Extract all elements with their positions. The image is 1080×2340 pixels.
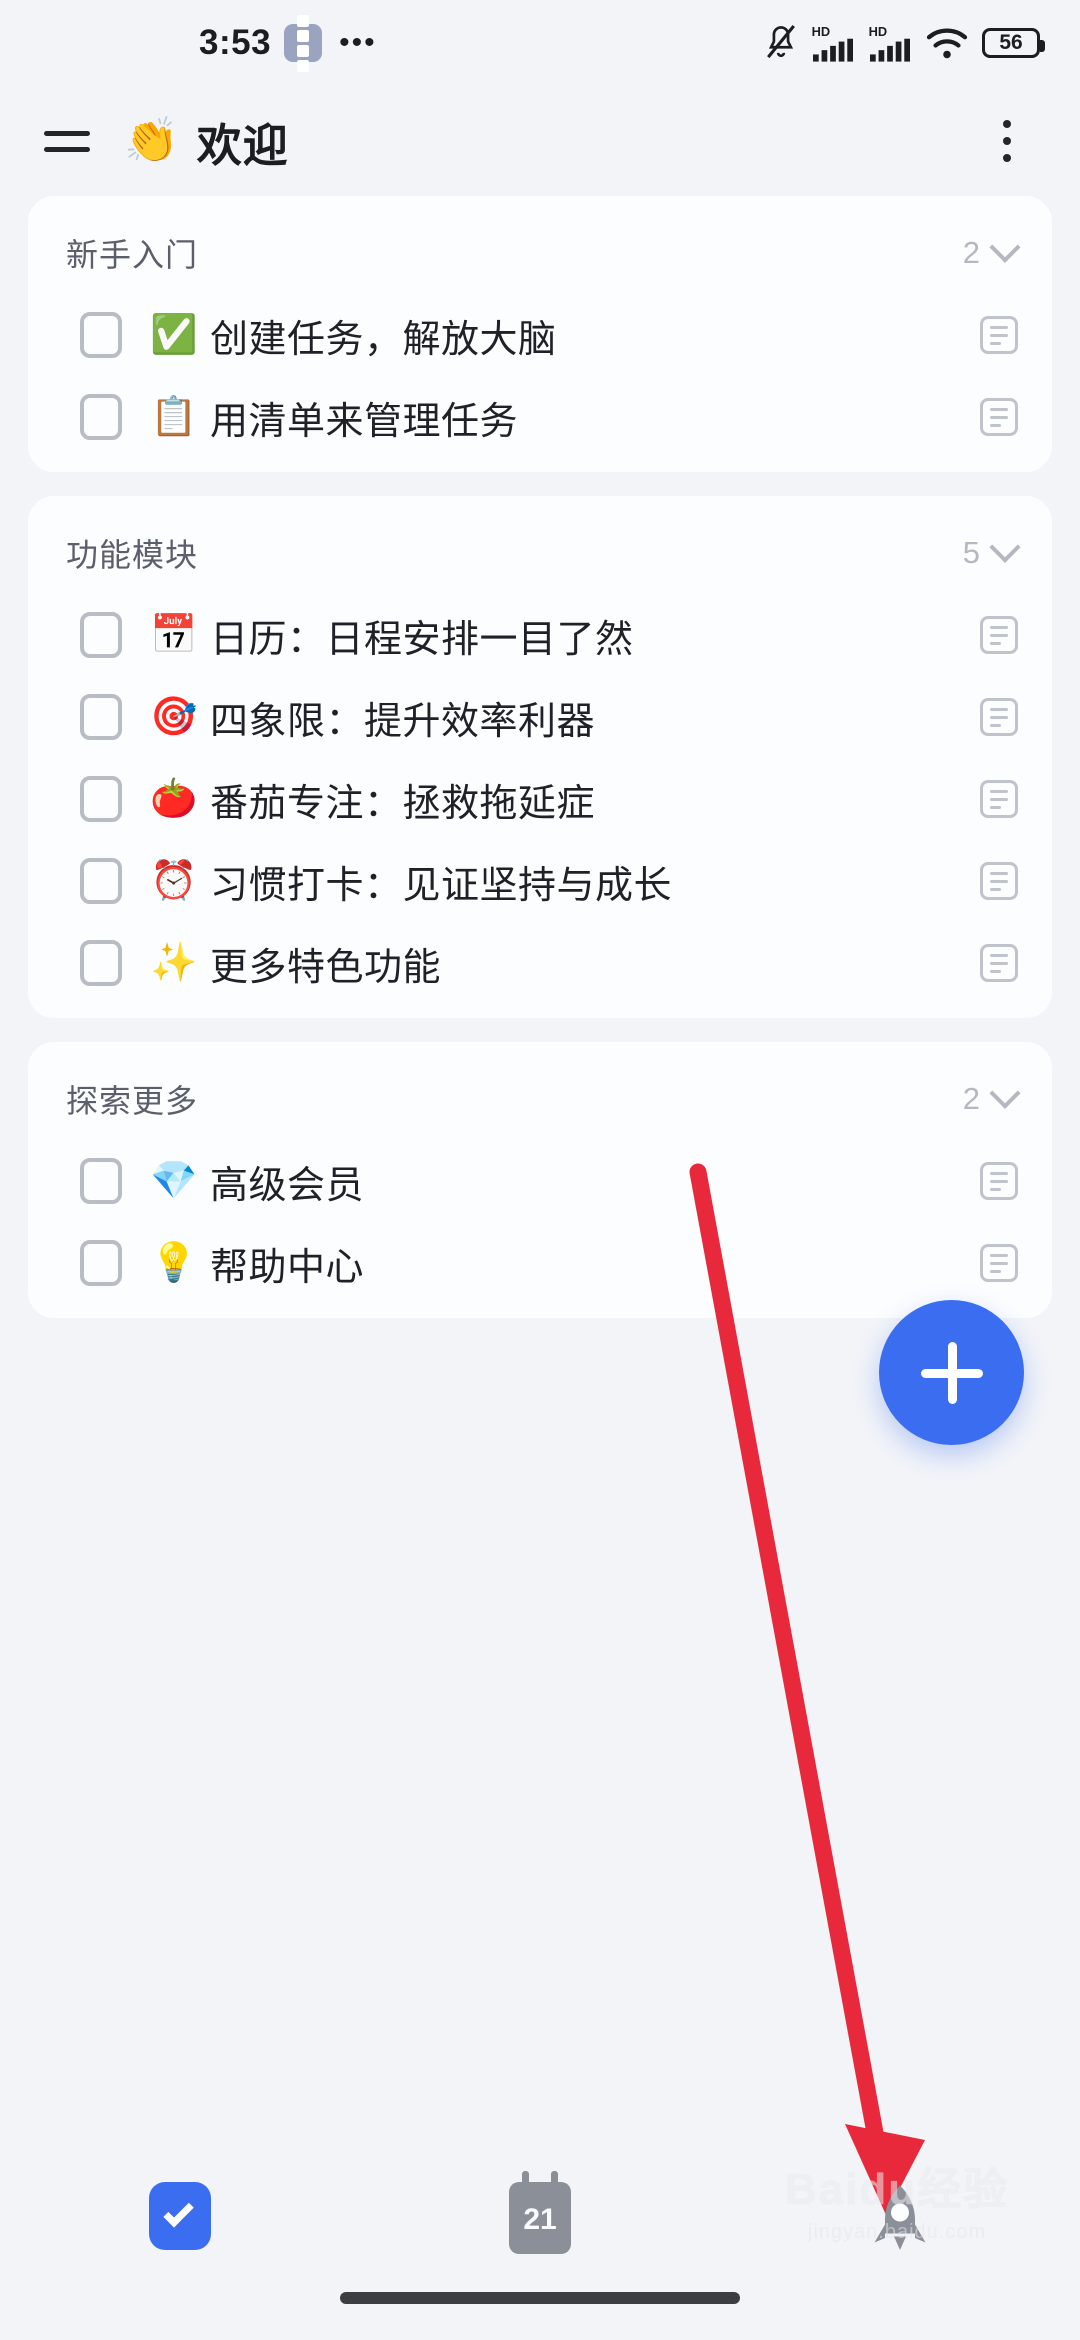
hd-signal-1-icon: HD (812, 24, 853, 62)
calendar-day-badge: 21 (523, 2203, 557, 2236)
svg-text:HD: HD (869, 24, 888, 39)
task-row[interactable]: 🎯 四象限：提升效率利器 (28, 676, 1052, 758)
section-count: 2 (962, 235, 980, 270)
wifi-icon (926, 28, 968, 59)
page-title: 👏 欢迎 (124, 109, 289, 174)
hamburger-menu-icon[interactable] (32, 106, 102, 176)
task-row[interactable]: 💎 高级会员 (28, 1140, 1052, 1222)
chevron-down-icon[interactable] (989, 231, 1021, 263)
task-label: 日历：日程安排一目了然 (210, 618, 634, 661)
section-header[interactable]: 功能模块 5 (28, 504, 1052, 594)
task-row[interactable]: 🍅 番茄专注：拯救拖延症 (28, 758, 1052, 840)
status-time: 3:53 (199, 23, 272, 62)
task-checkbox[interactable] (80, 394, 122, 440)
task-emoji-icon: 📋 (150, 396, 198, 438)
note-icon[interactable] (980, 780, 1018, 818)
note-icon[interactable] (980, 862, 1018, 900)
task-emoji-icon: ⏰ (150, 860, 198, 902)
task-row[interactable]: ✅ 创建任务，解放大脑 (28, 294, 1052, 376)
task-checkbox[interactable] (80, 940, 122, 986)
task-label: 四象限：提升效率利器 (210, 700, 596, 743)
task-label: 创建任务，解放大脑 (210, 318, 557, 361)
section-title: 新手入门 (66, 237, 199, 273)
section-meta: 5 (962, 531, 1021, 571)
task-row[interactable]: 💡 帮助中心 (28, 1222, 1052, 1304)
task-checkbox[interactable] (80, 312, 122, 358)
home-indicator[interactable] (340, 2292, 740, 2304)
task-checkbox[interactable] (80, 612, 122, 658)
task-emoji-icon: ✅ (150, 314, 198, 356)
task-checkbox[interactable] (80, 776, 122, 822)
hd-signal-2-icon: HD (869, 24, 910, 62)
task-label: 高级会员 (210, 1164, 365, 1207)
status-bar-right: HD HD 56 (764, 0, 1045, 86)
chevron-down-icon[interactable] (989, 1077, 1021, 1109)
section-card-features: 功能模块 5 📅 日历：日程安排一目了然 🎯 四象限：提升效率利器 🍅 番茄专注… (28, 496, 1052, 1018)
battery-level: 56 (999, 31, 1023, 54)
task-label: 帮助中心 (210, 1246, 365, 1289)
task-list-container: 新手入门 2 ✅ 创建任务，解放大脑 📋 用清单来管理任务 功能模块 5 📅 日… (0, 196, 1080, 1318)
task-emoji-icon: 💡 (150, 1242, 198, 1284)
task-row[interactable]: ⏰ 习惯打卡：见证坚持与成长 (28, 840, 1052, 922)
more-vertical-icon[interactable] (974, 108, 1040, 174)
plus-icon (920, 1341, 983, 1404)
note-icon[interactable] (980, 1162, 1018, 1200)
battery-icon: 56 (982, 28, 1045, 58)
section-title: 探索更多 (66, 1083, 199, 1119)
bottom-navigation: 21 (0, 2160, 1080, 2340)
task-label: 习惯打卡：见证坚持与成长 (210, 864, 673, 907)
task-label: 用清单来管理任务 (210, 400, 519, 443)
add-task-fab[interactable] (879, 1300, 1024, 1445)
note-icon[interactable] (980, 698, 1018, 736)
page-title-text: 欢迎 (196, 119, 289, 171)
section-count: 2 (962, 1081, 980, 1116)
section-title: 功能模块 (66, 537, 199, 573)
task-emoji-icon: 💎 (150, 1160, 198, 1202)
section-count: 5 (962, 535, 980, 570)
rocket-icon (874, 2185, 926, 2250)
task-emoji-icon: 🎯 (150, 696, 198, 738)
task-label: 更多特色功能 (210, 946, 442, 989)
task-label: 番茄专注：拯救拖延症 (210, 782, 596, 825)
task-row[interactable]: 📋 用清单来管理任务 (28, 376, 1052, 458)
note-icon[interactable] (980, 398, 1018, 436)
nav-item-calendar[interactable]: 21 (360, 2171, 720, 2254)
task-checkbox[interactable] (80, 1240, 122, 1286)
mute-bell-icon (767, 25, 795, 59)
task-checkbox[interactable] (80, 858, 122, 904)
note-icon[interactable] (980, 316, 1018, 354)
status-bar-left: 3:53 ••• (199, 14, 377, 72)
note-icon[interactable] (980, 944, 1018, 982)
app-bar: 👏 欢迎 (0, 86, 1080, 196)
section-card-explore-more: 探索更多 2 💎 高级会员 💡 帮助中心 (28, 1042, 1052, 1318)
section-header[interactable]: 探索更多 2 (28, 1050, 1052, 1140)
task-emoji-icon: 🍅 (150, 778, 198, 820)
app-grid-icon (284, 14, 323, 72)
nav-item-discover[interactable] (720, 2182, 1080, 2258)
task-checkbox[interactable] (80, 694, 122, 740)
nav-item-tasks[interactable] (0, 2182, 360, 2250)
task-checkbox[interactable] (80, 1158, 122, 1204)
wave-emoji-icon: 👏 (124, 116, 179, 165)
status-more-dots: ••• (339, 26, 377, 59)
task-row[interactable]: ✨ 更多特色功能 (28, 922, 1052, 1004)
chevron-down-icon[interactable] (989, 531, 1021, 563)
section-card-getting-started: 新手入门 2 ✅ 创建任务，解放大脑 📋 用清单来管理任务 (28, 196, 1052, 472)
status-bar: 3:53 ••• HD HD 56 (0, 0, 1080, 86)
task-emoji-icon: 📅 (150, 614, 198, 656)
section-meta: 2 (962, 1077, 1021, 1117)
note-icon[interactable] (980, 1244, 1018, 1282)
section-meta: 2 (962, 231, 1021, 271)
task-emoji-icon: ✨ (150, 942, 198, 984)
calendar-icon: 21 (509, 2171, 571, 2254)
svg-text:HD: HD (812, 24, 831, 39)
task-row[interactable]: 📅 日历：日程安排一目了然 (28, 594, 1052, 676)
section-header[interactable]: 新手入门 2 (28, 204, 1052, 294)
checkbox-check-icon (149, 2182, 211, 2250)
note-icon[interactable] (980, 616, 1018, 654)
